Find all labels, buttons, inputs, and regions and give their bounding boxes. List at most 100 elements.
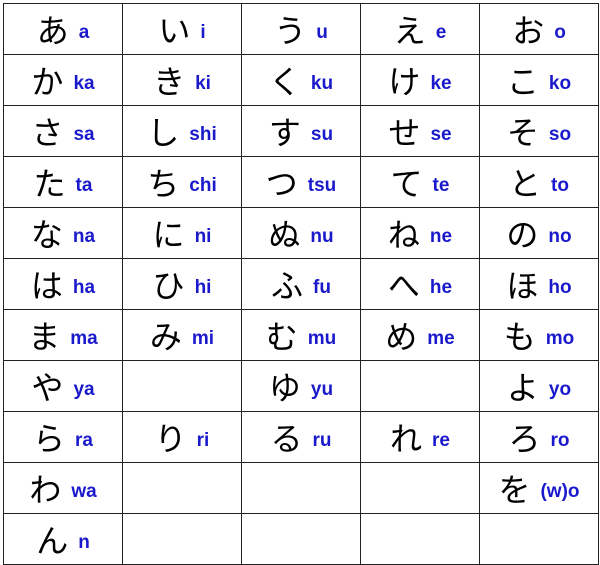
romaji-label: mi (191, 328, 215, 349)
kana-cell: んn (3, 513, 123, 565)
romaji-label: sa (73, 124, 95, 145)
hiragana-character: さ (31, 114, 64, 152)
chart-row: んn (3, 513, 599, 565)
kana-cell: よ yo (479, 360, 599, 412)
romaji-label: ka (73, 73, 95, 94)
chart-row: や ya ゆ yu よ yo (3, 360, 599, 412)
romaji-label: ni (194, 226, 212, 247)
kana-cell: な na (3, 207, 123, 259)
kana-cell: を (w)o (479, 462, 599, 514)
romaji-label: ha (72, 277, 96, 298)
romaji-label: yu (310, 379, 334, 400)
empty-cell (122, 513, 242, 565)
hiragana-character: せ (388, 114, 421, 152)
romaji-label: (w)o (540, 481, 580, 502)
kana-cell: く ku (241, 54, 361, 106)
hiragana-character: あ (36, 12, 69, 50)
kana-cell: れ re (360, 411, 480, 463)
kana-cell: ま ma (3, 309, 123, 361)
romaji-label: ho (548, 277, 572, 298)
hiragana-character: を (498, 471, 531, 509)
hiragana-character: て (390, 165, 423, 203)
romaji-label: u (316, 22, 328, 43)
hiragana-character: つ (265, 165, 298, 203)
kana-cell: き ki (122, 54, 242, 106)
kana-cell: は ha (3, 258, 123, 310)
kana-cell: あa (3, 3, 123, 55)
hiragana-character: わ (29, 471, 62, 509)
empty-cell (360, 462, 480, 514)
kana-cell: ほ ho (479, 258, 599, 310)
hiragana-character: や (31, 369, 64, 407)
kana-cell: す su (241, 105, 361, 157)
romaji-label: o (554, 22, 566, 43)
romaji-label: ki (195, 73, 211, 94)
romaji-label: me (427, 328, 455, 349)
kana-cell: そ so (479, 105, 599, 157)
hiragana-character: み (149, 318, 182, 356)
kana-cell: み mi (122, 309, 242, 361)
hiragana-character: ひ (152, 267, 185, 305)
hiragana-character: と (509, 165, 542, 203)
romaji-label: ku (310, 73, 334, 94)
kana-cell: ゆ yu (241, 360, 361, 412)
kana-cell: と to (479, 156, 599, 208)
hiragana-character: そ (506, 114, 539, 152)
romaji-label: a (78, 22, 90, 43)
hiragana-character: こ (506, 63, 539, 101)
hiragana-character: き (153, 63, 186, 101)
hiragana-character: ら (33, 420, 66, 458)
romaji-label: ru (312, 430, 332, 451)
kana-cell: えe (360, 3, 480, 55)
empty-cell (360, 360, 480, 412)
hiragana-chart: あ a い i う u え e お o か ka き ki く ku け ke こ ko さ sa し shi す su せ se そ s… (3, 3, 599, 565)
chart-row: わ wa を (w)o (3, 462, 599, 514)
hiragana-character: い (158, 12, 191, 50)
kana-cell: いi (122, 3, 242, 55)
romaji-label: ko (548, 73, 572, 94)
kana-cell: せ se (360, 105, 480, 157)
empty-cell (122, 462, 242, 514)
chart-row: あaいiうuえeおo (3, 3, 599, 55)
kana-cell: む mu (241, 309, 361, 361)
kana-cell: ぬ nu (241, 207, 361, 259)
hiragana-character: は (30, 267, 63, 305)
romaji-label: te (432, 175, 450, 196)
romaji-label: re (432, 430, 450, 451)
hiragana-character: け (388, 63, 421, 101)
romaji-label: shi (189, 124, 217, 145)
kana-cell: さ sa (3, 105, 123, 157)
hiragana-character: へ (387, 267, 420, 305)
kana-cell: し shi (122, 105, 242, 157)
chart-row: ら ra り ri る ru れ re ろ ro (3, 411, 599, 463)
romaji-label: mu (307, 328, 337, 349)
hiragana-character: も (503, 318, 536, 356)
hiragana-character: た (33, 165, 66, 203)
hiragana-character: よ (506, 369, 539, 407)
chart-row: か ka き ki く ku け ke こ ko (3, 54, 599, 106)
hiragana-character: ほ (506, 267, 539, 305)
romaji-label: no (548, 226, 572, 247)
kana-cell: も mo (479, 309, 599, 361)
kana-cell: ち chi (122, 156, 242, 208)
hiragana-character: く (268, 63, 301, 101)
hiragana-character: の (506, 216, 539, 254)
hiragana-character: め (385, 318, 418, 356)
romaji-label: su (310, 124, 334, 145)
romaji-label: ma (70, 328, 98, 349)
kana-cell: わ wa (3, 462, 123, 514)
kana-cell: や ya (3, 360, 123, 412)
chart-row: な na に ni ぬ nu ね ne の no (3, 207, 599, 259)
kana-cell: ね ne (360, 207, 480, 259)
kana-cell: け ke (360, 54, 480, 106)
kana-cell: か ka (3, 54, 123, 106)
hiragana-character: ね (387, 216, 420, 254)
romaji-label: ro (550, 430, 570, 451)
romaji-label: fu (313, 277, 331, 298)
romaji-label: ne (429, 226, 453, 247)
hiragana-character: ん (36, 522, 69, 560)
empty-cell (122, 360, 242, 412)
hiragana-character: り (154, 420, 187, 458)
kana-cell: に ni (122, 207, 242, 259)
empty-cell (360, 513, 480, 565)
